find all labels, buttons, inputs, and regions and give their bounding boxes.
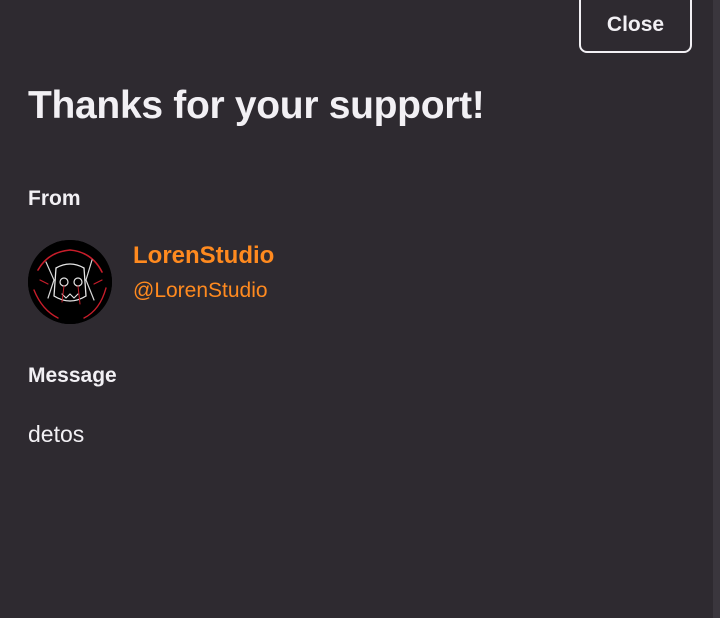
supporter-handle[interactable]: @LorenStudio — [133, 279, 268, 303]
close-button[interactable]: Close — [579, 0, 692, 53]
message-label: Message — [28, 364, 117, 387]
page-title: Thanks for your support! — [28, 84, 485, 127]
message-text: detos — [28, 421, 85, 447]
scrollbar[interactable] — [713, 0, 720, 618]
user-avatar-icon — [28, 240, 112, 324]
supporter-display-name[interactable]: LorenStudio — [133, 242, 274, 270]
avatar[interactable] — [28, 240, 112, 324]
from-label: From — [28, 187, 81, 210]
